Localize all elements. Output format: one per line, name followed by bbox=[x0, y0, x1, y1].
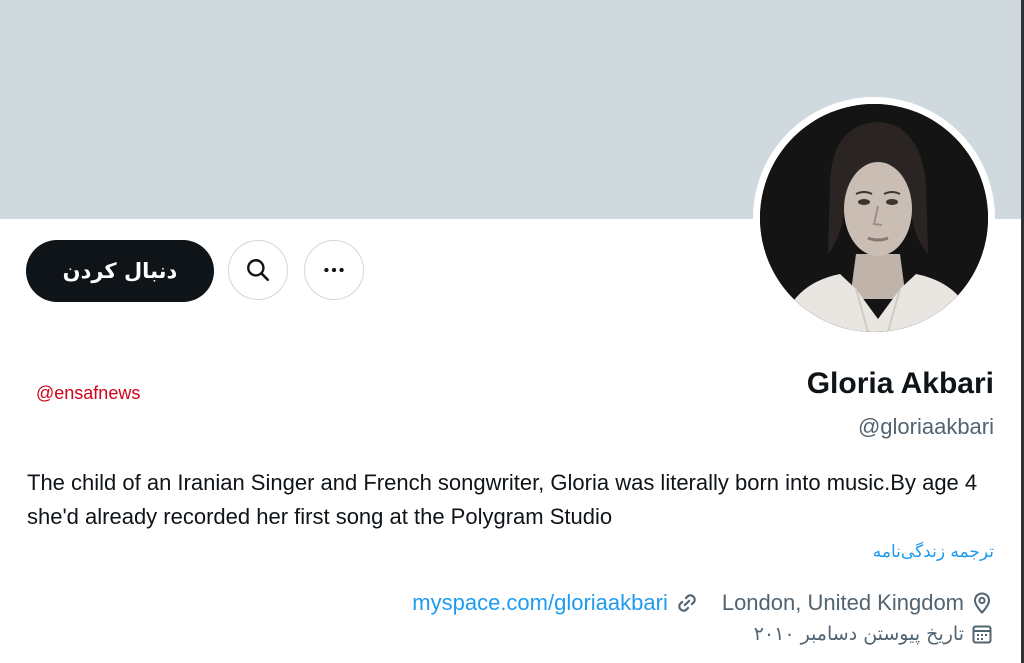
follow-button[interactable]: دنبال کردن bbox=[26, 240, 214, 302]
joined-text: تاریخ پیوستن دسامبر ۲۰۱۰ bbox=[753, 623, 964, 645]
display-name: Gloria Akbari bbox=[806, 367, 994, 400]
profile-avatar[interactable] bbox=[753, 97, 995, 339]
calendar-icon bbox=[970, 622, 994, 646]
username: @gloriaakbari bbox=[857, 414, 994, 439]
search-button[interactable] bbox=[228, 240, 288, 300]
more-button[interactable] bbox=[304, 240, 364, 300]
translate-bio-link[interactable]: ترجمه زندگی‌نامه bbox=[873, 542, 994, 562]
profile-bio: The child of an Iranian Singer and Frenc… bbox=[27, 470, 978, 529]
website: myspace.com/gloriaakbari bbox=[412, 590, 700, 616]
website-link[interactable]: myspace.com/gloriaakbari bbox=[412, 590, 668, 616]
location: London, United Kingdom bbox=[722, 590, 994, 616]
location-text: London, United Kingdom bbox=[721, 590, 964, 615]
more-icon bbox=[321, 257, 347, 283]
watermark: @ensafnews bbox=[36, 383, 141, 403]
profile-joined-row: تاریخ پیوستن دسامبر ۲۰۱۰ bbox=[754, 622, 994, 646]
link-icon bbox=[674, 590, 700, 616]
joined-date: تاریخ پیوستن دسامبر ۲۰۱۰ bbox=[754, 622, 994, 646]
profile-meta-row: London, United Kingdom myspace.com/glori… bbox=[412, 590, 994, 616]
search-icon bbox=[245, 257, 271, 283]
avatar-photo bbox=[760, 104, 988, 332]
avatar-portrait bbox=[760, 104, 988, 332]
location-pin-icon bbox=[970, 591, 994, 615]
